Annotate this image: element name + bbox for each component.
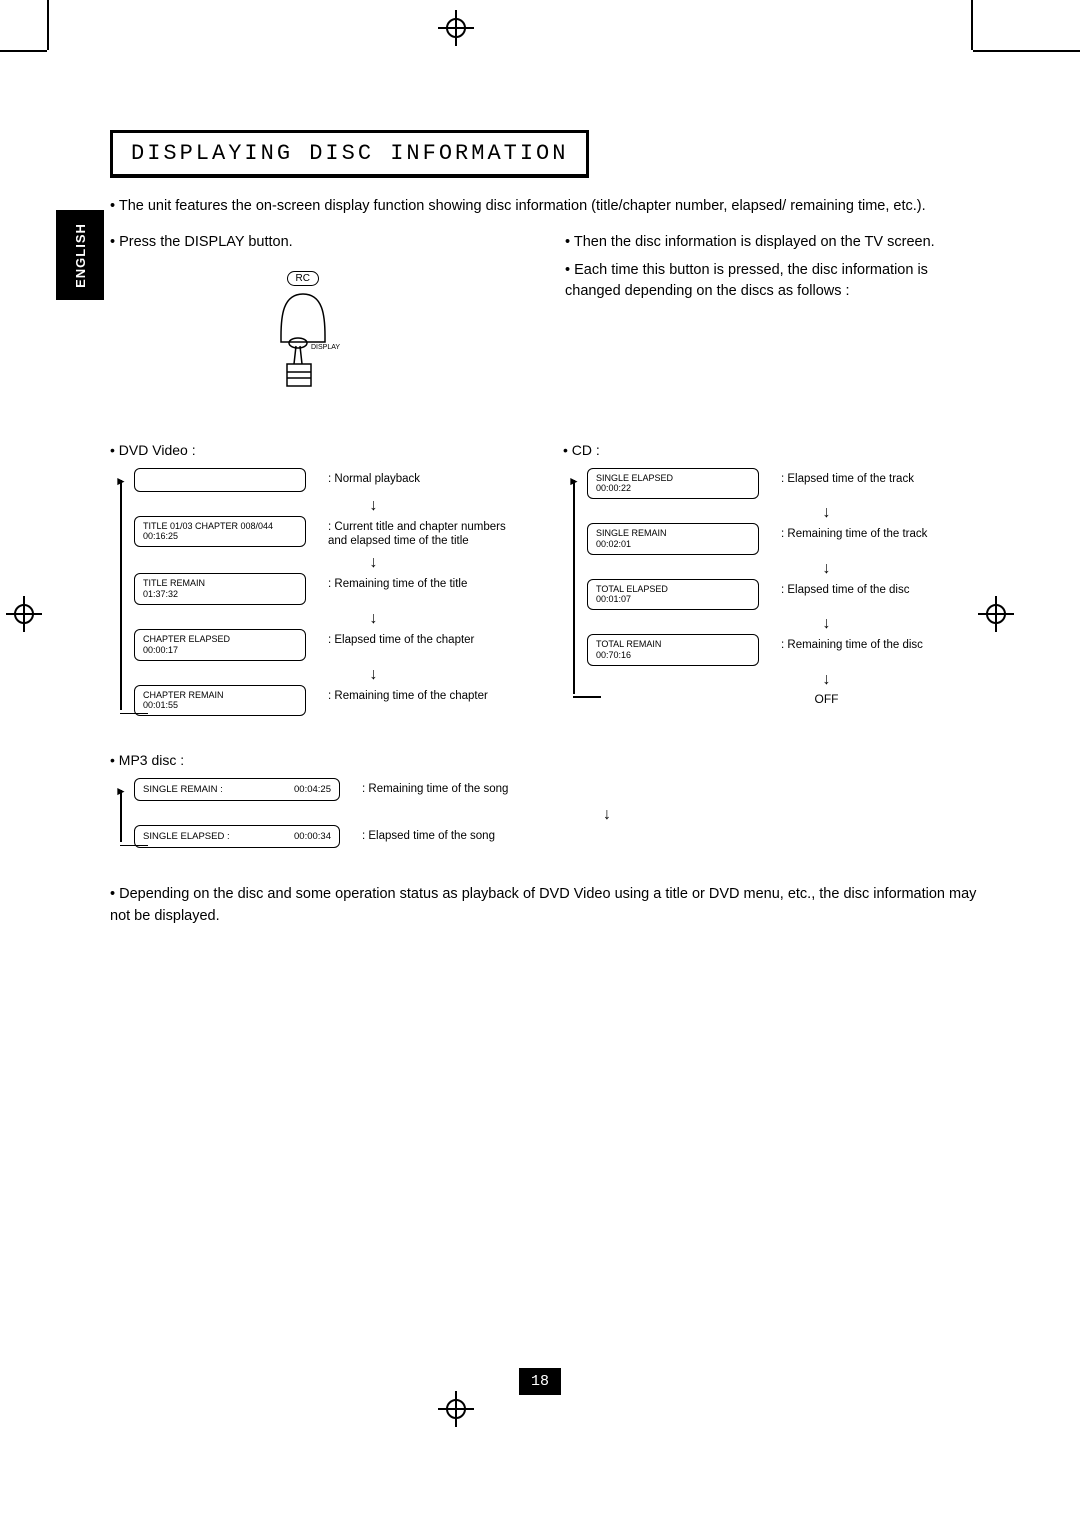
info-text-1: Then the disc information is displayed o… [565, 232, 980, 254]
osd-desc: Elapsed time of the song [362, 825, 495, 844]
arrow-down-icon: ↓ [220, 611, 527, 627]
registration-mark-icon [6, 596, 42, 632]
osd-box: SINGLE REMAIN00:02:01 [587, 523, 759, 555]
remote-hand-icon: DISPLAY [263, 286, 373, 406]
registration-mark-icon [438, 10, 474, 46]
crop-mark [973, 50, 1080, 52]
osd-desc: Current title and chapter numbers and el… [328, 516, 518, 550]
osd-box: SINGLE ELAPSED :00:00:34 [134, 825, 340, 848]
remote-figure: RC DISPLAY [263, 268, 373, 406]
rc-badge: RC [287, 271, 319, 286]
loop-arrow-icon: ► [563, 468, 587, 706]
language-label: ENGLISH [73, 223, 88, 288]
osd-box: CHAPTER ELAPSED00:00:17 [134, 629, 306, 661]
osd-desc: Remaining time of the chapter [328, 685, 488, 704]
arrow-down-icon: ↓ [220, 555, 527, 571]
footnote-text: Depending on the disc and some operation… [110, 884, 980, 928]
arrow-down-icon: ↓ [220, 667, 527, 683]
arrow-down-icon: ↓ [220, 498, 527, 514]
osd-box: TITLE 01/03 CHAPTER 008/04400:16:25 [134, 516, 306, 548]
crop-mark [47, 0, 49, 50]
arrow-down-icon: ↓ [673, 616, 980, 632]
dvd-video-label: • DVD Video : [110, 442, 527, 458]
osd-desc: Normal playback [328, 468, 420, 487]
osd-box: SINGLE REMAIN :00:04:25 [134, 778, 340, 801]
registration-mark-icon [978, 596, 1014, 632]
osd-desc: Remaining time of the track [781, 523, 927, 542]
section-title: DISPLAYING DISC INFORMATION [110, 130, 589, 178]
language-tab: ENGLISH [56, 210, 104, 300]
osd-desc: Elapsed time of the chapter [328, 629, 474, 648]
arrow-down-icon: ↓ [673, 505, 980, 521]
osd-box: TOTAL ELAPSED00:01:07 [587, 579, 759, 611]
arrow-down-icon: ↓ [673, 672, 980, 688]
loop-arrow-icon: ► [110, 468, 134, 723]
osd-desc: Elapsed time of the disc [781, 579, 909, 598]
osd-box: SINGLE ELAPSED00:00:22 [587, 468, 759, 500]
page-number: 18 [519, 1368, 561, 1395]
osd-desc: Remaining time of the title [328, 573, 467, 592]
osd-desc: Elapsed time of the track [781, 468, 914, 487]
cd-label: • CD : [563, 442, 980, 458]
press-display-text: Press the DISPLAY button. [110, 232, 525, 254]
osd-box: TITLE REMAIN01:37:32 [134, 573, 306, 605]
crop-mark [971, 0, 973, 50]
crop-mark [0, 50, 47, 52]
arrow-down-icon: ↓ [673, 561, 980, 577]
off-label: OFF [673, 692, 980, 706]
loop-arrow-icon: ► [110, 778, 134, 854]
mp3-label: • MP3 disc : [110, 752, 980, 768]
osd-box: CHAPTER REMAIN00:01:55 [134, 685, 306, 717]
osd-box [134, 468, 306, 492]
info-text-2: Each time this button is pressed, the di… [565, 260, 980, 304]
registration-mark-icon [438, 1391, 474, 1427]
display-button-label: DISPLAY [311, 344, 340, 351]
osd-desc: Remaining time of the song [362, 778, 508, 797]
arrow-down-icon: ↓ [234, 807, 980, 823]
intro-text: The unit features the on-screen display … [110, 196, 980, 218]
osd-desc: Remaining time of the disc [781, 634, 923, 653]
osd-box: TOTAL REMAIN00:70:16 [587, 634, 759, 666]
